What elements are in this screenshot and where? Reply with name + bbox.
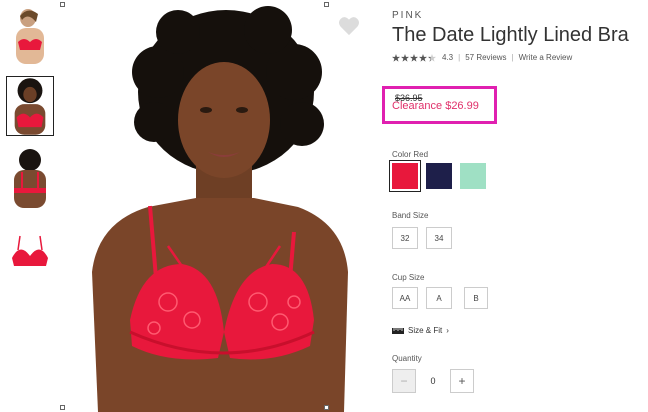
star-icon xyxy=(419,53,427,62)
thumbnail-3[interactable] xyxy=(6,148,54,208)
product-brand: PINK xyxy=(392,10,424,21)
thumbnail-2[interactable] xyxy=(6,76,54,136)
cup-size-label: Cup Size xyxy=(392,273,425,282)
separator-icon: | xyxy=(458,53,461,62)
thumbnail-1[interactable] xyxy=(6,6,54,66)
main-product-image xyxy=(58,2,370,412)
model-front-close-thumbnail xyxy=(7,77,53,135)
reviews-link[interactable]: 57 Reviews xyxy=(465,53,506,62)
star-icon xyxy=(392,53,400,62)
clearance-price: Clearance $26.99 xyxy=(392,100,479,112)
star-icon xyxy=(410,53,418,62)
image-corner-marker xyxy=(60,405,65,410)
model-back-thumbnail xyxy=(6,148,54,208)
favorite-heart-icon[interactable] xyxy=(338,16,360,36)
separator-icon: | xyxy=(511,53,514,62)
size-fit-label: Size & Fit xyxy=(408,326,443,335)
quantity-decrement-button[interactable]: − xyxy=(392,369,416,393)
band-size-option-34[interactable]: 34 xyxy=(426,227,452,249)
cup-size-option-aa[interactable]: AA xyxy=(392,287,418,309)
star-icon xyxy=(401,53,409,62)
band-size-option-32[interactable]: 32 xyxy=(392,227,418,249)
color-swatch-mint[interactable] xyxy=(460,163,486,189)
product-details-panel: PINK The Date Lightly Lined Bra 4.3 | 57… xyxy=(382,0,648,412)
model-front-thumbnail xyxy=(6,6,54,66)
size-fit-link[interactable]: Size & Fit › xyxy=(392,326,449,335)
cup-size-option-b[interactable]: B xyxy=(464,287,488,309)
thumbnail-4[interactable] xyxy=(6,220,54,280)
quantity-increment-button[interactable]: + xyxy=(450,369,474,393)
image-corner-marker xyxy=(60,2,65,7)
bra-product-thumbnail xyxy=(6,220,54,280)
color-swatch-red[interactable] xyxy=(389,160,421,192)
rating-row: 4.3 | 57 Reviews | Write a Review xyxy=(392,53,572,62)
rating-value: 4.3 xyxy=(442,53,454,62)
color-label: Color Red xyxy=(392,150,429,159)
model-photo xyxy=(58,2,370,412)
cup-size-option-a[interactable]: A xyxy=(426,287,452,309)
color-swatch-navy[interactable] xyxy=(426,163,452,189)
ruler-icon xyxy=(392,327,404,334)
band-size-label: Band Size xyxy=(392,211,429,220)
half-star-icon xyxy=(428,53,436,62)
write-review-link[interactable]: Write a Review xyxy=(519,53,573,62)
product-title: The Date Lightly Lined Bra xyxy=(392,24,629,46)
chevron-right-icon: › xyxy=(446,326,449,335)
quantity-value: 0 xyxy=(430,376,436,386)
image-corner-marker xyxy=(324,405,329,410)
image-corner-marker xyxy=(324,2,329,7)
quantity-label: Quantity xyxy=(392,354,422,363)
rating-stars xyxy=(392,53,436,62)
